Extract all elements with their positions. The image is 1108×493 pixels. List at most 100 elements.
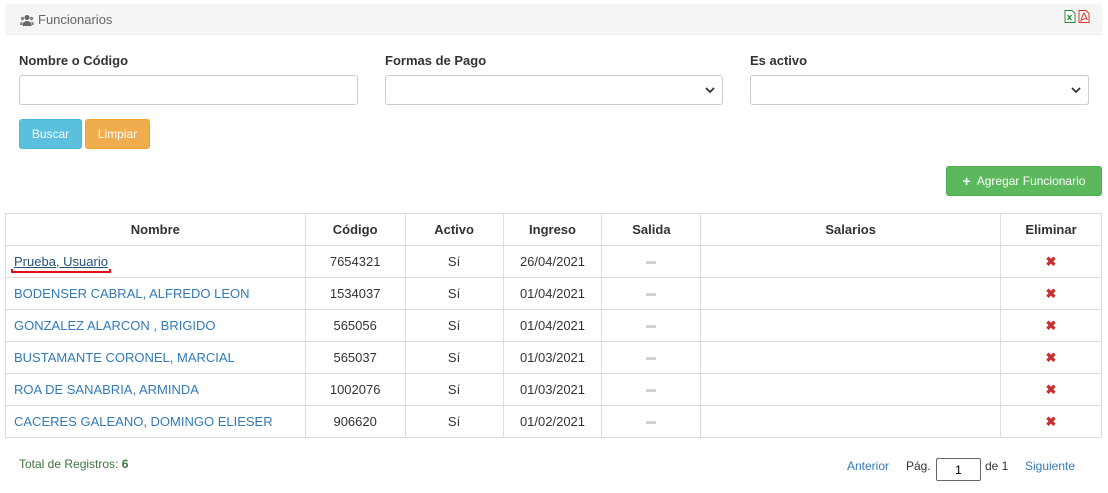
salarios-cell bbox=[700, 277, 1002, 310]
active-cell: Sí bbox=[404, 309, 504, 342]
delete-cell: ✖ bbox=[1000, 309, 1102, 342]
plus-icon: + bbox=[962, 173, 971, 189]
salarios-cell bbox=[700, 405, 1002, 438]
name-cell: GONZALEZ ALARCON , BRIGIDO bbox=[5, 309, 306, 342]
name-filter-label: Nombre o Código bbox=[19, 53, 129, 68]
minus-icon bbox=[646, 421, 657, 425]
minus-icon bbox=[646, 293, 657, 297]
active-cell: Sí bbox=[404, 277, 504, 310]
name-cell: BUSTAMANTE CORONEL, MARCIAL bbox=[5, 341, 306, 374]
salida-cell bbox=[601, 341, 702, 374]
delete-cell: ✖ bbox=[1000, 245, 1102, 278]
minus-icon bbox=[646, 357, 657, 361]
table-row: Prueba, Usuario 7654321 Sí 26/04/2021 ✖ bbox=[5, 245, 1102, 278]
delete-cell: ✖ bbox=[1000, 405, 1102, 438]
minus-icon bbox=[646, 261, 657, 265]
active-cell: Sí bbox=[404, 373, 504, 406]
active-cell: Sí bbox=[404, 341, 504, 374]
employee-name-link[interactable]: GONZALEZ ALARCON , BRIGIDO bbox=[14, 318, 216, 333]
total-records-count: 6 bbox=[121, 457, 129, 471]
clear-button[interactable]: Limpiar bbox=[85, 119, 150, 149]
ingreso-cell: 01/04/2021 bbox=[502, 277, 603, 310]
page-number-input[interactable] bbox=[936, 458, 981, 481]
previous-page-link[interactable]: Anterior bbox=[847, 459, 889, 473]
salida-cell bbox=[601, 309, 702, 342]
salida-cell bbox=[601, 373, 702, 406]
next-page-link[interactable]: Siguiente bbox=[1025, 459, 1075, 473]
code-cell: 7654321 bbox=[304, 245, 406, 278]
code-cell: 565037 bbox=[304, 341, 406, 374]
add-employee-button[interactable]: + Agregar Funcionario bbox=[946, 166, 1102, 196]
ingreso-cell: 26/04/2021 bbox=[502, 245, 603, 278]
table-row: BODENSER CABRAL, ALFREDO LEON 1534037 Sí… bbox=[5, 277, 1102, 310]
column-header-salarios[interactable]: Salarios bbox=[700, 213, 1002, 246]
salarios-cell bbox=[700, 341, 1002, 374]
column-header-ingreso[interactable]: Ingreso bbox=[502, 213, 603, 246]
add-employee-label: Agregar Funcionario bbox=[976, 174, 1086, 188]
chevron-down-icon bbox=[705, 87, 715, 94]
salarios-cell bbox=[700, 309, 1002, 342]
minus-icon bbox=[646, 325, 657, 329]
panel-heading: Funcionarios bbox=[5, 4, 1102, 35]
table-row: BUSTAMANTE CORONEL, MARCIAL 565037 Sí 01… bbox=[5, 341, 1102, 374]
column-header-activo[interactable]: Activo bbox=[404, 213, 504, 246]
salida-cell bbox=[601, 245, 702, 278]
column-header-nombre[interactable]: Nombre bbox=[5, 213, 306, 246]
delete-icon[interactable]: ✖ bbox=[1046, 350, 1057, 366]
active-cell: Sí bbox=[404, 405, 504, 438]
employee-name-link[interactable]: Prueba, Usuario bbox=[11, 254, 111, 273]
delete-cell: ✖ bbox=[1000, 277, 1102, 310]
delete-icon[interactable]: ✖ bbox=[1046, 318, 1057, 334]
column-header-salida[interactable]: Salida bbox=[601, 213, 702, 246]
highlight-marker bbox=[11, 269, 111, 273]
page-total-label: de 1 bbox=[985, 459, 1009, 473]
chevron-down-icon bbox=[1071, 87, 1081, 94]
active-filter-label: Es activo bbox=[750, 53, 808, 68]
code-cell: 906620 bbox=[304, 405, 406, 438]
name-cell: Prueba, Usuario bbox=[5, 245, 306, 278]
search-button[interactable]: Buscar bbox=[19, 119, 82, 149]
delete-icon[interactable]: ✖ bbox=[1046, 254, 1057, 270]
delete-icon[interactable]: ✖ bbox=[1046, 286, 1057, 302]
ingreso-cell: 01/03/2021 bbox=[502, 373, 603, 406]
delete-cell: ✖ bbox=[1000, 341, 1102, 374]
code-cell: 1534037 bbox=[304, 277, 406, 310]
ingreso-cell: 01/04/2021 bbox=[502, 309, 603, 342]
table-row: ROA DE SANABRIA, ARMINDA 1002076 Sí 01/0… bbox=[5, 373, 1102, 406]
name-cell: CACERES GALEANO, DOMINGO ELIESER bbox=[5, 405, 306, 438]
delete-icon[interactable]: ✖ bbox=[1046, 382, 1057, 398]
delete-cell: ✖ bbox=[1000, 373, 1102, 406]
name-filter-input[interactable] bbox=[19, 75, 358, 105]
table-row: CACERES GALEANO, DOMINGO ELIESER 906620 … bbox=[5, 405, 1102, 438]
code-cell: 1002076 bbox=[304, 373, 406, 406]
delete-icon[interactable]: ✖ bbox=[1046, 414, 1057, 430]
page-label: Pág. bbox=[906, 459, 931, 473]
total-records-label: Total de Registros: bbox=[19, 457, 119, 471]
users-icon bbox=[20, 14, 34, 26]
total-records: Total de Registros: 6 bbox=[19, 457, 128, 471]
salarios-cell bbox=[700, 245, 1002, 278]
column-header-codigo[interactable]: Código bbox=[304, 213, 406, 246]
employees-table: Nombre Código Activo Ingreso Salida Sala… bbox=[5, 213, 1102, 438]
salida-cell bbox=[601, 277, 702, 310]
code-cell: 565056 bbox=[304, 309, 406, 342]
salida-cell bbox=[601, 405, 702, 438]
page-title: Funcionarios bbox=[38, 12, 113, 27]
employee-name-link[interactable]: CACERES GALEANO, DOMINGO ELIESER bbox=[14, 414, 273, 429]
payment-filter-label: Formas de Pago bbox=[385, 53, 487, 68]
salarios-cell bbox=[700, 373, 1002, 406]
column-header-eliminar: Eliminar bbox=[1000, 213, 1102, 246]
export-icons bbox=[1064, 10, 1090, 23]
employee-name-link[interactable]: BODENSER CABRAL, ALFREDO LEON bbox=[14, 286, 250, 301]
table-header-row: Nombre Código Activo Ingreso Salida Sala… bbox=[5, 213, 1102, 246]
name-cell: BODENSER CABRAL, ALFREDO LEON bbox=[5, 277, 306, 310]
pdf-export-icon[interactable] bbox=[1078, 10, 1090, 23]
employee-name-link[interactable]: ROA DE SANABRIA, ARMINDA bbox=[14, 382, 199, 397]
payment-filter-select[interactable] bbox=[385, 75, 723, 105]
ingreso-cell: 01/03/2021 bbox=[502, 341, 603, 374]
employee-name-link[interactable]: BUSTAMANTE CORONEL, MARCIAL bbox=[14, 350, 235, 365]
ingreso-cell: 01/02/2021 bbox=[502, 405, 603, 438]
active-cell: Sí bbox=[404, 245, 504, 278]
active-filter-select[interactable] bbox=[750, 75, 1089, 105]
excel-export-icon[interactable] bbox=[1064, 10, 1076, 23]
